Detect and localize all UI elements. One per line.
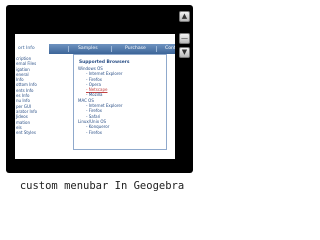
- dropdown-item[interactable]: Firefox: [78, 130, 166, 135]
- caption-text: custom menubar In Geogebra: [19, 180, 185, 192]
- menu-separator: [156, 46, 157, 52]
- menu-item-purchase[interactable]: Purchase: [125, 44, 146, 54]
- menu-item-contact[interactable]: Contac: [165, 44, 175, 54]
- scroll-down-button[interactable]: ▼: [179, 47, 190, 58]
- menu-preview-screen: ort Info Samples Purchase Contac criptio…: [15, 34, 175, 159]
- menu-item-samples[interactable]: Samples: [78, 44, 98, 54]
- sidebar-item[interactable]: ernal Files: [15, 61, 37, 66]
- minus-icon: —: [181, 34, 188, 42]
- sidebar: cription ernal Files igation eneral Info…: [15, 56, 37, 159]
- menubar: ort Info Samples Purchase Contac: [15, 44, 175, 54]
- arrow-up-icon: ▲: [181, 12, 188, 20]
- menu-separator: [111, 46, 112, 52]
- sidebar-item[interactable]: ottom Info: [15, 82, 37, 87]
- minimize-button[interactable]: —: [179, 33, 190, 44]
- scroll-up-button[interactable]: ▲: [179, 11, 190, 22]
- arrow-down-icon: ▼: [181, 48, 188, 56]
- dropdown-heading: Supported Browsers: [79, 60, 130, 65]
- menu-separator: [68, 46, 69, 52]
- dropdown-list: Windows OS Internet Explorer Firefox Ope…: [78, 66, 166, 135]
- dropdown-menu: Supported Browsers Windows OS Internet E…: [73, 54, 167, 150]
- menu-item-support-info[interactable]: ort Info: [15, 44, 49, 54]
- preview-frame: ▲ — ▼ ort Info Samples Purchase Contac c…: [6, 5, 193, 173]
- sidebar-item[interactable]: ent Styles: [15, 130, 37, 135]
